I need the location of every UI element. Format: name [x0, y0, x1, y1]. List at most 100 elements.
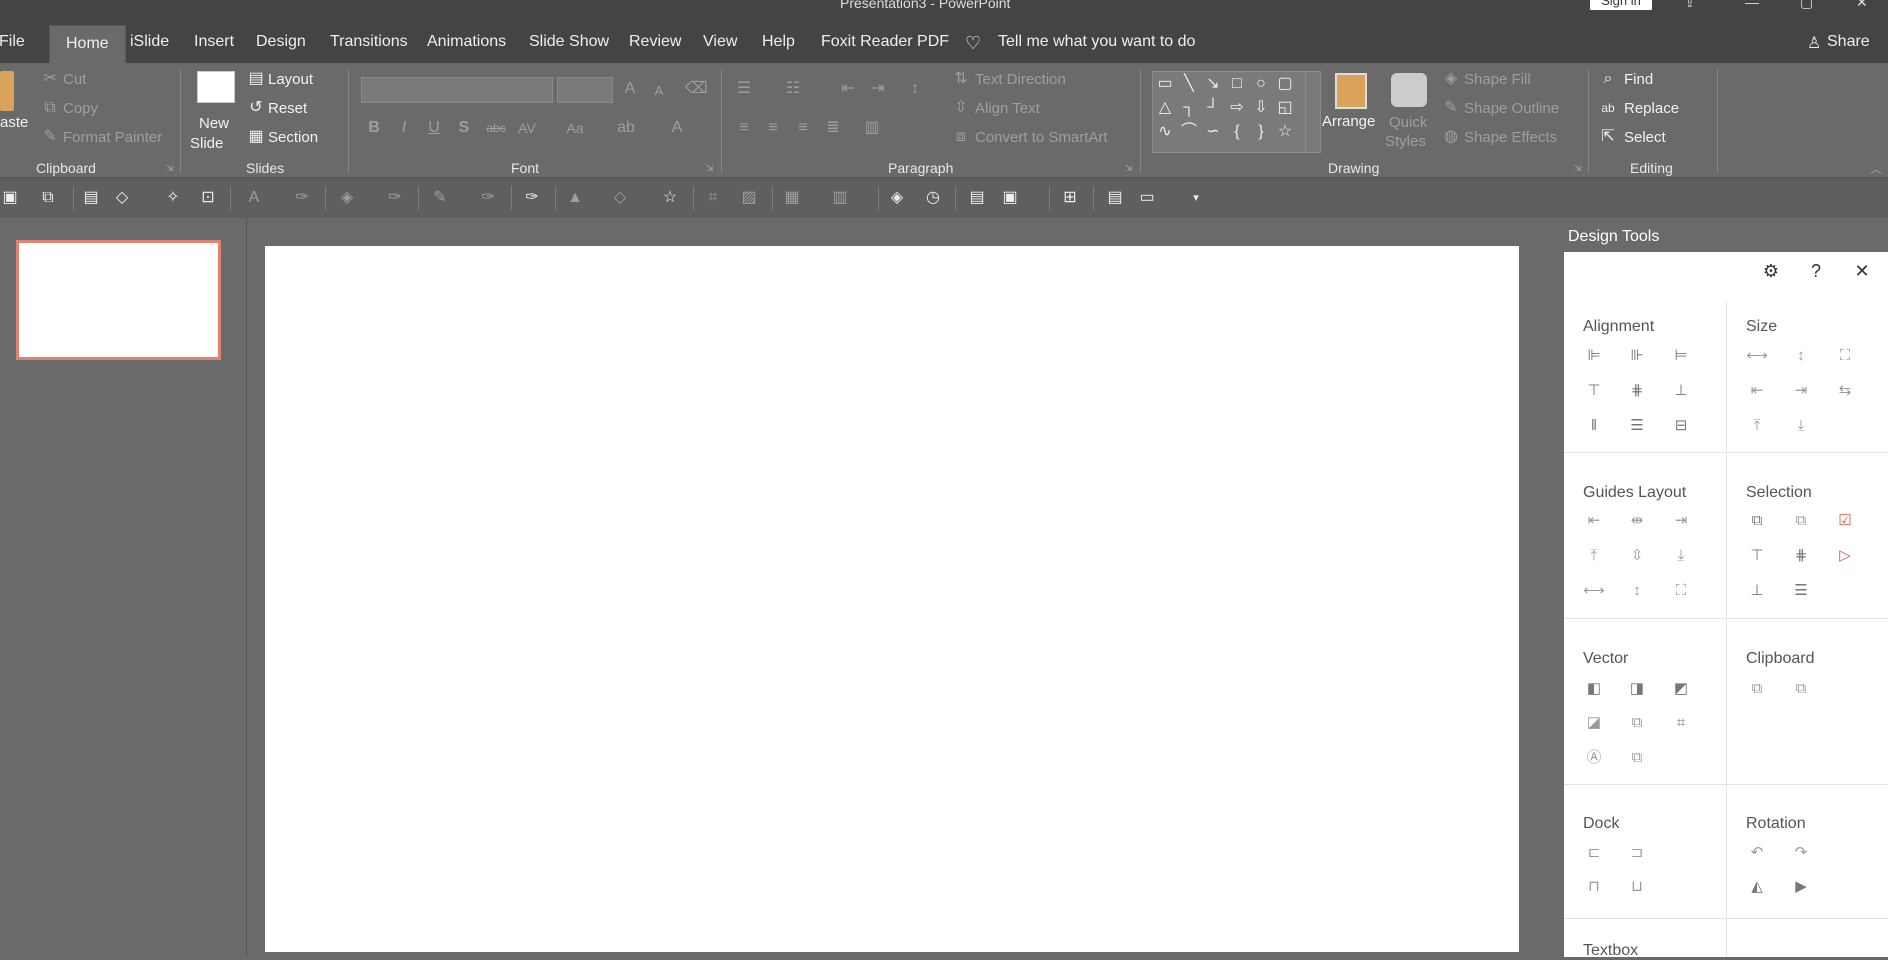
shadow-button[interactable]: S — [454, 118, 474, 138]
help-icon[interactable]: ? — [1805, 260, 1827, 282]
tab-view[interactable]: View — [703, 33, 737, 51]
picker-toolbar-icon[interactable]: ✑ — [522, 188, 542, 208]
slide-layout-toolbar-icon[interactable]: ▣ — [1000, 188, 1020, 208]
frame-toolbar-icon[interactable]: ⊡ — [198, 188, 218, 208]
format-painter-icon[interactable]: ✎ — [40, 127, 60, 147]
collapse-ribbon-icon[interactable]: ︿ — [1866, 159, 1886, 179]
quick-styles-label-2[interactable]: Styles — [1385, 133, 1426, 150]
guide-height-icon[interactable]: ↕ — [1626, 580, 1648, 602]
image-toolbar-icon[interactable]: ▨ — [739, 188, 759, 208]
arrange-icon[interactable] — [1335, 73, 1367, 109]
paste-icon[interactable]: ⧉ — [1790, 678, 1812, 700]
align-left-icon[interactable]: ⊫ — [1583, 345, 1605, 367]
distribute-vertical-icon[interactable]: ☰ — [1626, 415, 1648, 437]
font-size-dropdown[interactable] — [557, 77, 613, 103]
arc-shape-icon[interactable]: ⌒ — [1179, 122, 1199, 142]
font-toolbar-icon[interactable]: A — [244, 188, 264, 208]
rotate-right-icon[interactable]: ↷ — [1790, 842, 1812, 864]
subtract-icon[interactable]: ⧉ — [1626, 712, 1648, 734]
fill-toolbar-icon[interactable]: ◈ — [337, 188, 357, 208]
folder-toolbar-icon[interactable]: ▭ — [1137, 188, 1157, 208]
down-arrow-shape-icon[interactable]: ⇩ — [1251, 98, 1271, 118]
ribbon-display-icon[interactable]: ⇪ — [1684, 0, 1696, 11]
maximize-icon[interactable]: ▢ — [1800, 0, 1813, 11]
select-strike-icon[interactable]: ☰ — [1790, 580, 1812, 602]
line-shape-icon[interactable]: ╲ — [1179, 74, 1199, 94]
shapes-gallery-more-icon[interactable] — [1305, 71, 1321, 153]
format-painter-button[interactable]: Format Painter — [63, 129, 162, 146]
select-button[interactable]: Select — [1624, 129, 1666, 146]
settings-icon[interactable]: ⚙ — [1760, 260, 1782, 282]
shape-fill-icon[interactable]: ◈ — [1441, 69, 1461, 89]
extend-up-icon[interactable]: ⤒ — [1746, 415, 1768, 437]
rotate-left-icon[interactable]: ↶ — [1746, 842, 1768, 864]
extend-down-icon[interactable]: ⤓ — [1790, 415, 1812, 437]
copy-icon[interactable]: ⧉ — [40, 98, 60, 118]
shapes-gallery[interactable]: ▭ ╲ ↘ □ ○ ▢ △ ┐ ┘ ⇨ ⇩ ◱ ∿ ⌒ ∽ { } ☆ — [1152, 71, 1307, 153]
find-button[interactable]: Find — [1624, 71, 1653, 88]
guide-bottom-icon[interactable]: ⤓ — [1670, 545, 1692, 567]
columns-icon[interactable]: ▥ — [862, 118, 882, 138]
convert-smartart-button[interactable]: Convert to SmartArt — [975, 129, 1108, 146]
oval-shape-icon[interactable]: ○ — [1251, 74, 1271, 94]
align-center-icon[interactable]: ⊪ — [1626, 345, 1648, 367]
triangle-shape-icon[interactable]: △ — [1155, 98, 1175, 118]
combine-icon[interactable]: ◨ — [1626, 678, 1648, 700]
clear-formatting-icon[interactable]: ⌫ — [685, 79, 708, 99]
select-bottom-icon[interactable]: ⊥ — [1746, 580, 1768, 602]
shape-copy-icon[interactable]: ⧉ — [1626, 747, 1648, 769]
tab-design[interactable]: Design — [256, 33, 306, 51]
font-color-button[interactable]: A — [667, 118, 687, 138]
section-button[interactable]: Section — [268, 129, 318, 146]
italic-button[interactable]: I — [394, 118, 414, 138]
tab-transitions[interactable]: Transitions — [330, 33, 408, 51]
character-spacing-button[interactable]: AV — [515, 118, 539, 138]
textbox-toolbar-icon[interactable]: ▤ — [81, 188, 101, 208]
sign-in-button[interactable]: Sign in — [1590, 0, 1652, 10]
curve-shape-icon[interactable]: ∽ — [1203, 122, 1223, 142]
clipboard-launcher-icon[interactable]: ⇲ — [166, 163, 176, 173]
minimize-icon[interactable]: — — [1745, 0, 1759, 10]
font-family-dropdown[interactable] — [361, 77, 553, 103]
increase-indent-icon[interactable]: ⇥ — [868, 79, 888, 99]
layers-toolbar-icon[interactable]: ◈ — [887, 188, 907, 208]
outline-toolbar-icon[interactable]: ✎ — [430, 188, 450, 208]
scissors-icon[interactable]: ✂ — [40, 69, 60, 89]
clock-toolbar-icon[interactable]: ◷ — [923, 188, 943, 208]
slide-thumbnail-1[interactable] — [16, 240, 221, 360]
align-bottom-icon[interactable]: ⊥ — [1670, 380, 1692, 402]
textbox-shape-icon[interactable]: ▭ — [1155, 74, 1175, 94]
new-slide-label-2[interactable]: Slide — [190, 135, 223, 152]
align-left-icon[interactable]: ≡ — [734, 118, 754, 138]
right-arrow-shape-icon[interactable]: ⇨ — [1227, 98, 1247, 118]
copy-icon[interactable]: ⧉ — [1746, 678, 1768, 700]
toolbar-icon-2[interactable]: ⧉ — [38, 188, 58, 208]
align-right-icon[interactable]: ≡ — [793, 118, 813, 138]
cut-button[interactable]: Cut — [63, 71, 86, 88]
shapes-toolbar-icon[interactable]: ◇ — [610, 188, 630, 208]
numbering-icon[interactable]: ☷ — [783, 79, 803, 99]
select-same-size-icon[interactable]: ⧉ — [1790, 510, 1812, 532]
list-toolbar-icon[interactable]: ▤ — [1105, 188, 1125, 208]
align-text-button[interactable]: Align Text — [975, 100, 1040, 117]
eyedropper-2-toolbar-icon[interactable]: ✑ — [385, 188, 405, 208]
shape-outline-button[interactable]: Shape Outline — [1464, 100, 1559, 117]
tab-insert[interactable]: Insert — [194, 33, 234, 51]
slide-canvas[interactable] — [265, 246, 1519, 952]
close-window-icon[interactable]: ✕ — [1856, 0, 1868, 11]
quick-styles-icon[interactable] — [1391, 73, 1427, 107]
select-icon[interactable]: ⇱ — [1598, 127, 1618, 147]
rectangle-shape-icon[interactable]: □ — [1227, 74, 1247, 94]
layout-button[interactable]: Layout — [268, 71, 313, 88]
tab-help[interactable]: Help — [762, 33, 795, 51]
swap-width-icon[interactable]: ⇆ — [1834, 380, 1856, 402]
select-checked-icon[interactable]: ☑ — [1834, 510, 1856, 532]
star-toolbar-icon[interactable]: ☆ — [660, 188, 680, 208]
tab-foxit-reader-pdf[interactable]: Foxit Reader PDF — [821, 33, 949, 51]
text-direction-icon[interactable]: ⇅ — [951, 69, 971, 89]
shape-fill-button[interactable]: Shape Fill — [1464, 71, 1531, 88]
bird-toolbar-icon[interactable]: ✧ — [163, 188, 183, 208]
shape-outline-icon[interactable]: ✎ — [1441, 98, 1461, 118]
distribute-frame-icon[interactable]: ⊟ — [1670, 415, 1692, 437]
guide-top-icon[interactable]: ⤒ — [1583, 545, 1605, 567]
